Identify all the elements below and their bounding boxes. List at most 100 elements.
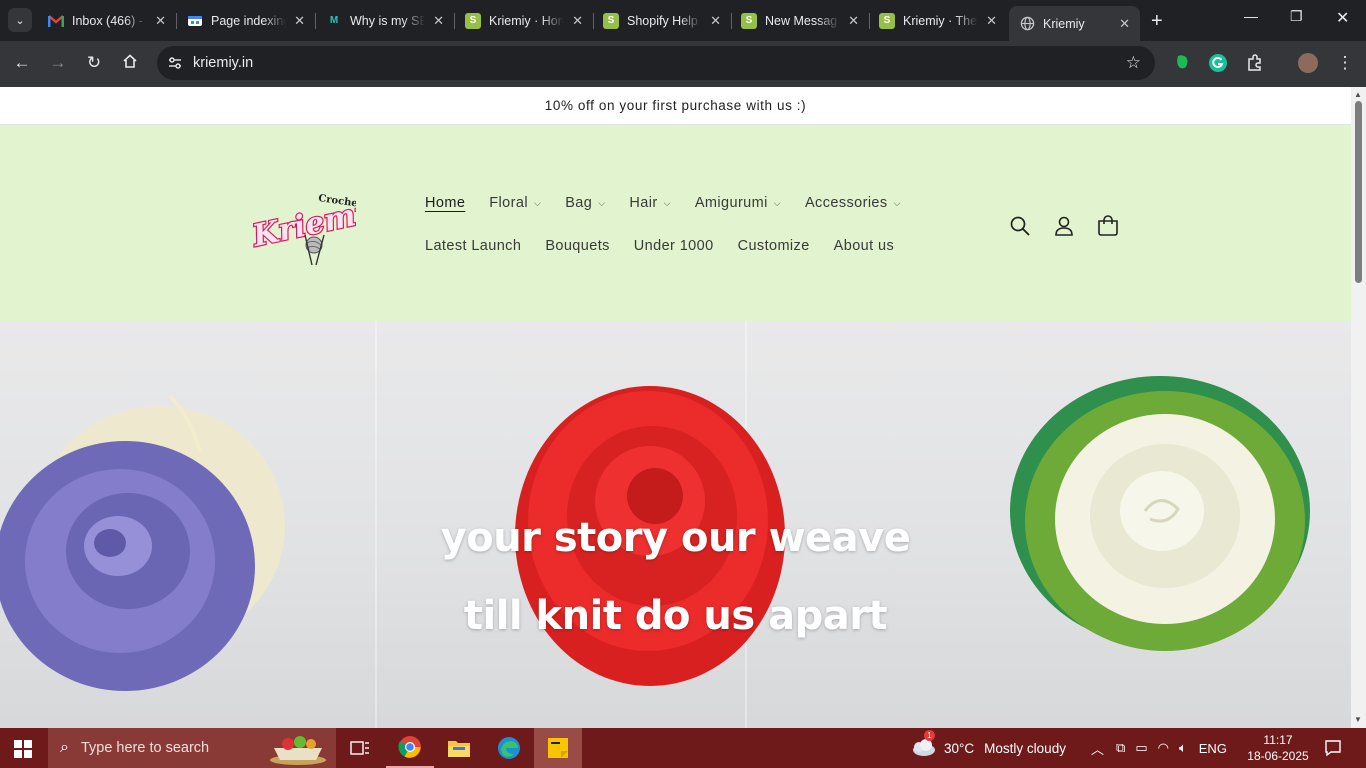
nav-bouquets[interactable]: Bouquets [545, 238, 609, 254]
secondary-nav: Latest Launch Bouquets Under 1000 Custom… [425, 238, 918, 254]
tab-shopify-help[interactable]: S Shopify Help ✕ [593, 6, 732, 35]
tab-kriemiy-active[interactable]: Kriemiy ✕ [1009, 6, 1140, 41]
weather-condition: Mostly cloudy [984, 740, 1066, 756]
tab-kriemiy-the[interactable]: S Kriemiy · The ✕ [869, 6, 1007, 35]
shopify-icon: S [603, 12, 619, 29]
extensions-puzzle-icon[interactable] [1245, 53, 1265, 73]
scrollbar-thumb[interactable] [1355, 101, 1362, 283]
hero-headline-line2: till knit do us apart [463, 593, 888, 639]
close-tab-icon[interactable]: ✕ [986, 13, 997, 29]
kriemiy-logo[interactable]: Crochet Kriemiy Kriemiy [247, 187, 391, 269]
file-explorer-icon[interactable] [435, 728, 483, 768]
grammarly-extension-icon[interactable] [1208, 53, 1228, 73]
tab-title: Inbox (466) - [72, 13, 143, 28]
hero-banner[interactable]: your story our weave till knit do us apa… [0, 321, 1351, 728]
meet-now-icon[interactable]: ⧉ [1116, 740, 1125, 756]
taskbar-search-box[interactable]: ⌕ Type here to search [48, 728, 336, 768]
close-window-icon[interactable]: ✕ [1336, 8, 1349, 28]
announcement-bar: 10% off on your first purchase with us :… [0, 87, 1351, 125]
windows-taskbar: ⌕ Type here to search 1 30°C Mostly clou… [0, 728, 1366, 768]
close-tab-icon[interactable]: ✕ [155, 13, 166, 29]
nav-hair[interactable]: Hair ⌵ [629, 195, 670, 211]
taskbar-clock[interactable]: 11:17 18-06-2025 [1246, 732, 1310, 764]
tab-gmail[interactable]: Inbox (466) - ✕ [38, 6, 177, 35]
m-logo-icon: M [329, 15, 339, 26]
battery-icon[interactable]: ▭ [1135, 740, 1147, 756]
tab-title: New Messag [765, 13, 838, 28]
search-icon: ⌕ [60, 739, 69, 756]
evernote-extension-icon[interactable] [1173, 53, 1193, 73]
weather-widget[interactable]: 1 30°C Mostly cloudy [910, 728, 1066, 768]
tab-search-button[interactable]: ⌄ [8, 8, 32, 32]
shopify-icon: S [879, 12, 895, 29]
chevron-down-icon: ⌵ [533, 197, 542, 208]
profile-avatar[interactable] [1298, 53, 1318, 73]
forward-icon[interactable]: → [47, 53, 69, 73]
chevron-down-icon: ⌵ [893, 197, 901, 208]
browser-menu-icon[interactable]: ⋮ [1334, 53, 1356, 73]
cloudy-weather-icon: 1 [910, 729, 936, 761]
nav-bag[interactable]: Bag ⌵ [565, 195, 605, 211]
search-console-icon [187, 13, 203, 29]
tab-page-indexing[interactable]: Page indexing ✕ [177, 6, 316, 35]
windows-start-icon[interactable] [14, 740, 32, 758]
food-basket-icon [270, 736, 326, 765]
close-tab-icon[interactable]: ✕ [572, 13, 583, 29]
chevron-down-icon: ⌵ [598, 197, 606, 208]
wifi-icon[interactable]: ◠ [1158, 740, 1169, 756]
address-bar[interactable]: kriemiy.in ☆ [157, 46, 1155, 80]
show-hidden-icons-chevron-icon[interactable]: ︿ [1091, 739, 1104, 758]
tab-title: Why is my SE [350, 13, 426, 28]
account-icon[interactable] [1053, 215, 1075, 237]
globe-icon [1019, 16, 1035, 32]
nav-accessories[interactable]: Accessories ⌵ [805, 195, 901, 211]
home-icon[interactable] [119, 53, 141, 74]
shopify-icon: S [741, 12, 757, 29]
nav-floral[interactable]: Floral ⌵ [489, 195, 541, 211]
back-icon[interactable]: ← [11, 53, 33, 73]
minimize-icon[interactable]: — [1244, 8, 1258, 24]
nav-customize[interactable]: Customize [738, 238, 810, 254]
tab-new-message[interactable]: S New Messag ✕ [731, 6, 870, 35]
nav-about-us[interactable]: About us [834, 238, 894, 254]
nav-under-1000[interactable]: Under 1000 [634, 238, 714, 254]
cart-icon[interactable] [1097, 215, 1119, 237]
close-tab-icon[interactable]: ✕ [1119, 16, 1130, 32]
nav-latest-launch[interactable]: Latest Launch [425, 238, 521, 254]
chevron-down-icon: ⌵ [773, 197, 781, 208]
bookmark-star-icon[interactable]: ☆ [1126, 53, 1141, 73]
close-tab-icon[interactable]: ✕ [710, 13, 721, 29]
chevron-down-icon: ⌵ [663, 197, 671, 208]
scroll-up-icon[interactable]: ▲ [1354, 90, 1362, 99]
tab-kriemiy-home[interactable]: S Kriemiy · Hon ✕ [455, 6, 594, 35]
notifications-icon[interactable] [1324, 728, 1342, 768]
edge-icon[interactable] [485, 728, 533, 768]
task-view-icon[interactable] [336, 728, 384, 768]
tab-why-is-my-se[interactable]: M Why is my SE ✕ [316, 6, 455, 35]
reload-icon[interactable]: ↻ [83, 53, 105, 73]
weather-temp: 30°C [944, 740, 975, 756]
page-scrollbar[interactable]: ▲ ▼ [1351, 87, 1366, 728]
chrome-taskbar-icon[interactable] [386, 728, 434, 768]
close-tab-icon[interactable]: ✕ [433, 13, 444, 29]
site-info-icon[interactable] [167, 55, 183, 71]
tab-title: Kriemiy · Hon [489, 13, 565, 28]
tab-title: Kriemiy [1043, 16, 1085, 31]
new-tab-button[interactable]: + [1151, 10, 1163, 33]
close-tab-icon[interactable]: ✕ [294, 13, 305, 29]
search-icon[interactable] [1009, 215, 1031, 237]
site-header: Crochet Kriemiy Kriemiy Home Floral ⌵ Bag… [0, 125, 1351, 321]
nav-amigurumi[interactable]: Amigurumi ⌵ [695, 195, 781, 211]
restore-icon[interactable]: ❐ [1290, 8, 1303, 25]
volume-icon[interactable]: 🔈︎ [1179, 740, 1187, 756]
nav-home[interactable]: Home [425, 195, 465, 211]
hero-headline-line1: your story our weave [440, 515, 911, 561]
tab-title: Kriemiy · The [903, 13, 978, 28]
clock-time: 11:17 [1263, 733, 1293, 747]
language-indicator[interactable]: ENG [1199, 741, 1227, 756]
close-tab-icon[interactable]: ✕ [848, 13, 859, 29]
tab-title: Shopify Help [627, 13, 698, 28]
browser-toolbar: ← → ↻ kriemiy.in ☆ ⋮ [0, 41, 1366, 87]
scroll-down-icon[interactable]: ▼ [1354, 715, 1362, 724]
sticky-notes-icon[interactable] [534, 728, 582, 768]
